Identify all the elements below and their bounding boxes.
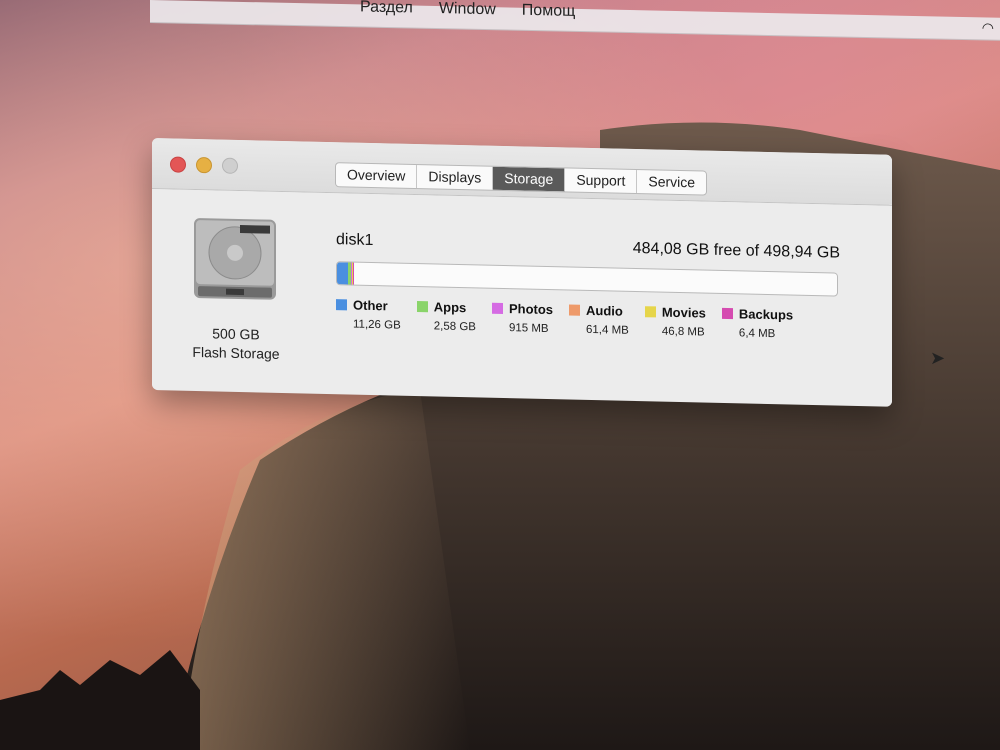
tab-displays[interactable]: Displays — [417, 165, 494, 190]
legend-label: Apps — [433, 299, 467, 316]
wifi-icon[interactable]: ◠ — [982, 19, 994, 36]
menu-item-window[interactable]: Window — [439, 0, 496, 19]
legend-size: 46,8 MB — [661, 325, 705, 339]
legend-item-audio: Audio 61,4 MB — [569, 302, 629, 337]
storage-pane: 500 GB Flash Storage disk1 484,08 GB fre… — [152, 189, 892, 406]
legend-item-other: Other 11,26 GB — [336, 297, 401, 332]
legend-size: 915 MB — [508, 322, 549, 335]
tab-service[interactable]: Service — [637, 170, 706, 195]
hard-drive-icon — [194, 218, 276, 300]
legend-size: 61,4 MB — [586, 323, 629, 337]
legend-item-backups: Backups 6,4 MB — [721, 306, 794, 341]
legend-label: Movies — [661, 304, 706, 321]
window-controls — [170, 156, 238, 174]
disk-caption: 500 GB Flash Storage — [172, 323, 300, 364]
legend-size: 2,58 GB — [433, 320, 476, 334]
storage-usage-bar — [336, 261, 838, 297]
legend-item-movies: Movies 46,8 MB — [644, 304, 706, 339]
mouse-cursor-icon: ➤ — [930, 348, 946, 368]
legend-size: 6,4 MB — [738, 327, 776, 341]
free-space-text: 484,08 GB free of 498,94 GB — [632, 239, 840, 262]
tab-overview[interactable]: Overview — [336, 163, 418, 189]
close-button[interactable] — [170, 156, 186, 173]
legend-item-photos: Photos 915 MB — [491, 301, 554, 335]
minimize-button[interactable] — [196, 156, 212, 174]
legend-label: Photos — [508, 301, 554, 318]
legend-label: Backups — [738, 306, 794, 323]
tab-support[interactable]: Support — [565, 168, 638, 194]
tab-bar: Overview Displays Storage Support Servic… — [335, 162, 708, 196]
tab-storage[interactable]: Storage — [493, 166, 566, 192]
legend-swatch — [644, 306, 656, 318]
legend-swatch — [721, 307, 733, 320]
legend-item-apps: Apps 2,58 GB — [416, 299, 476, 334]
legend-size: 11,26 GB — [353, 318, 401, 332]
disk-type: Flash Storage — [192, 343, 280, 362]
disk-name: disk1 — [336, 231, 374, 250]
legend-swatch — [569, 304, 581, 316]
menu-item-help[interactable]: Помощ — [522, 2, 575, 21]
menu-item-section[interactable]: Раздел — [360, 0, 413, 18]
legend-swatch — [491, 302, 503, 314]
legend-swatch — [416, 301, 428, 313]
about-this-mac-window: Overview Displays Storage Support Servic… — [152, 138, 892, 407]
storage-legend: Other 11,26 GB Apps 2,58 GB Photos 915 M… — [336, 297, 809, 341]
legend-swatch — [336, 299, 347, 311]
legend-label: Audio — [586, 302, 623, 319]
legend-label: Other — [353, 297, 388, 314]
usage-segment-other — [337, 262, 349, 285]
zoom-button[interactable] — [222, 157, 238, 174]
